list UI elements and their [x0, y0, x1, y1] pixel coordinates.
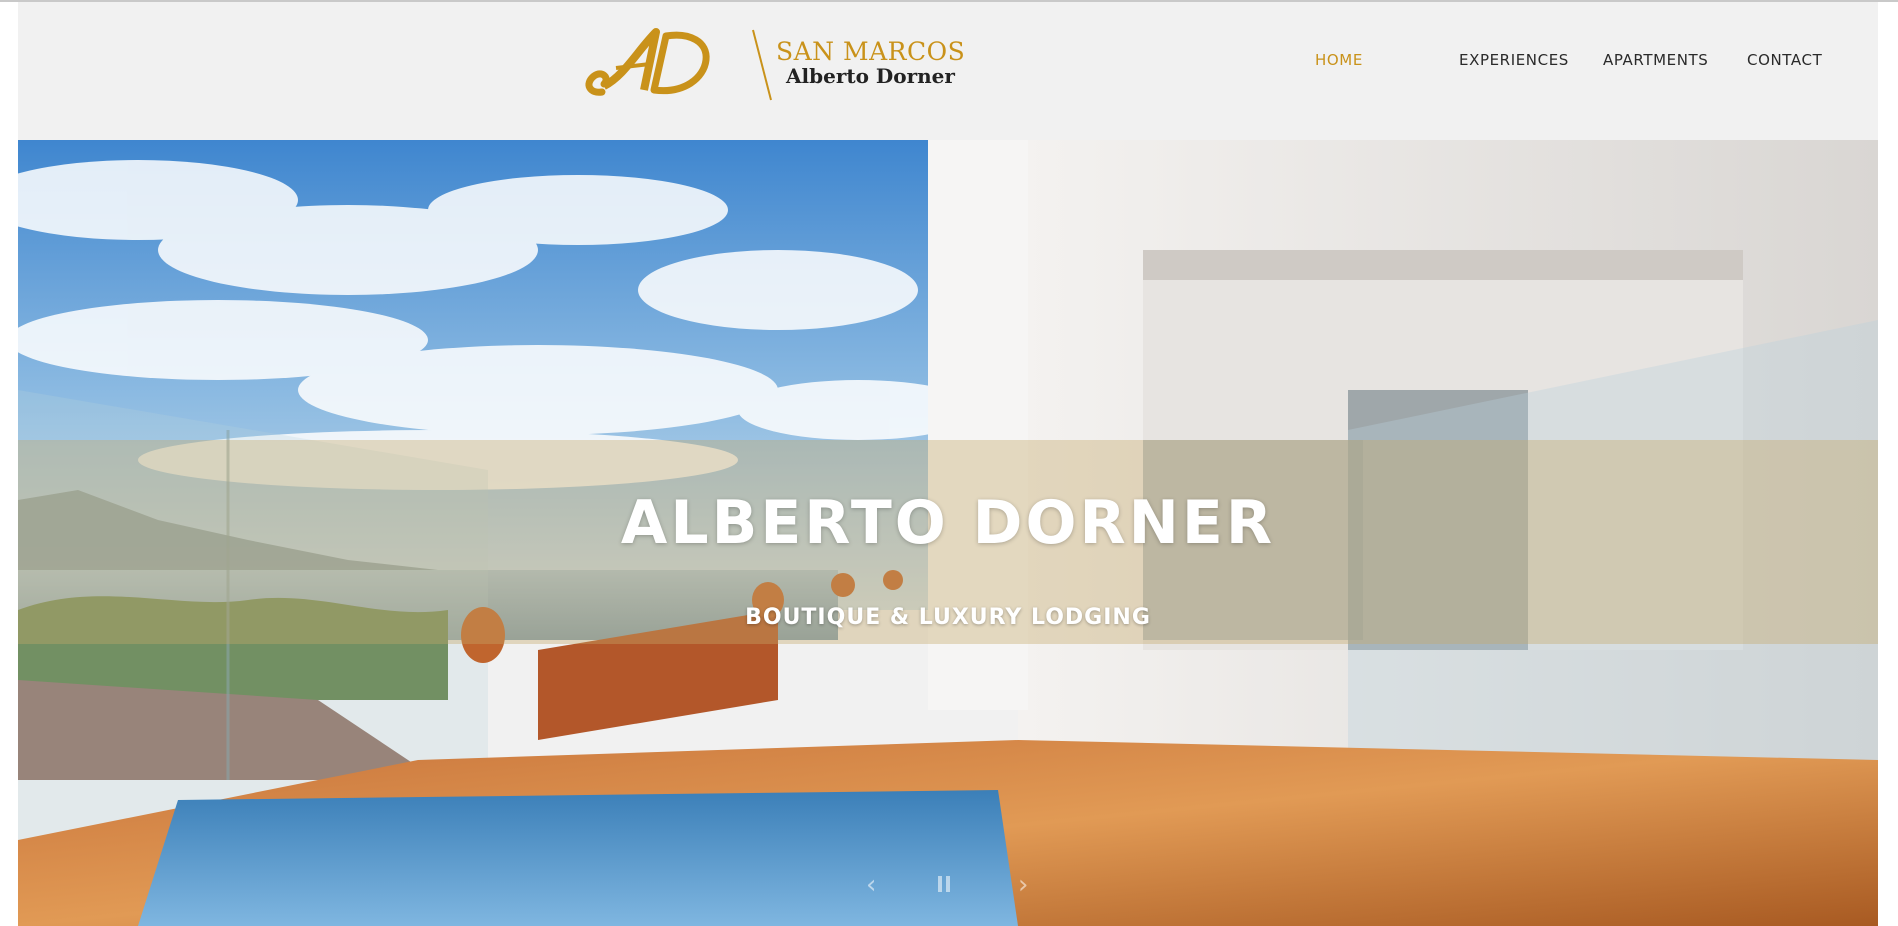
nav-apartments[interactable]: APARTMENTS [1603, 51, 1708, 69]
chevron-left-icon[interactable]: ‹ [866, 870, 876, 900]
hero-slider: ALBERTO DORNER BOUTIQUE & LUXURY LODGING… [18, 140, 1878, 926]
nav-contact[interactable]: CONTACT [1747, 51, 1822, 69]
chevron-right-icon[interactable]: › [1018, 870, 1028, 900]
pause-icon[interactable] [938, 876, 952, 892]
hero-title: ALBERTO DORNER [620, 488, 1276, 558]
page: SAN MARCOS Alberto Dorner HOME EXPERIENC… [18, 2, 1878, 926]
site-header: SAN MARCOS Alberto Dorner HOME EXPERIENC… [18, 2, 1878, 140]
nav-experiences[interactable]: EXPERIENCES [1459, 51, 1569, 69]
main-nav: HOME EXPERIENCES APARTMENTS CONTACT [18, 51, 1878, 73]
nav-home[interactable]: HOME [1315, 51, 1363, 69]
hero-subtitle: BOUTIQUE & LUXURY LODGING [745, 605, 1151, 630]
